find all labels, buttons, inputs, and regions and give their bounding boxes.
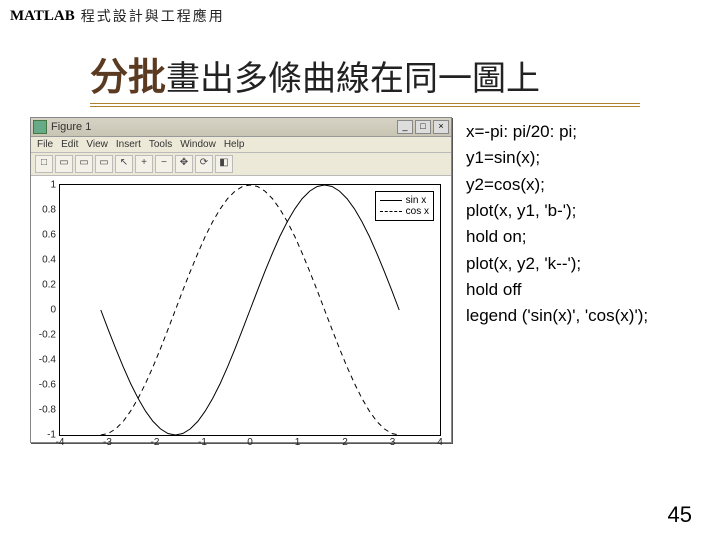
- minimize-button[interactable]: _: [397, 120, 413, 134]
- x-tick-label: -4: [56, 435, 65, 448]
- tool-datacursor-icon[interactable]: ◧: [215, 155, 233, 173]
- matlab-logo-text: MATLAB: [10, 8, 75, 25]
- code-line: legend ('sin(x)', 'cos(x)');: [466, 303, 648, 329]
- figure-canvas: sin x cos x 1 0.8 0.6 0.4 0.2 0 -0.2 -0.4 -0.6 -0…: [31, 176, 451, 442]
- window-titlebar[interactable]: Figure 1 _ □ ×: [31, 118, 451, 137]
- tool-pan-icon[interactable]: ✥: [175, 155, 193, 173]
- code-line: plot(x, y2, 'k--');: [466, 251, 648, 277]
- course-header: MATLAB 程式設計與工程應用: [0, 0, 720, 28]
- code-line: hold on;: [466, 224, 648, 250]
- x-tick-label: 1: [295, 435, 301, 448]
- tool-new-icon[interactable]: □: [35, 155, 53, 173]
- code-block: x=-pi: pi/20: pi; y1=sin(x); y2=cos(x); …: [466, 117, 648, 443]
- tool-rotate-icon[interactable]: ⟳: [195, 155, 213, 173]
- tool-zoomout-icon[interactable]: −: [155, 155, 173, 173]
- menu-edit[interactable]: Edit: [61, 139, 78, 150]
- tool-save-icon[interactable]: ▭: [75, 155, 93, 173]
- code-line: hold off: [466, 277, 648, 303]
- y-tick-label: 0: [50, 305, 60, 316]
- menu-insert[interactable]: Insert: [116, 139, 141, 150]
- code-line: y2=cos(x);: [466, 172, 648, 198]
- tool-print-icon[interactable]: ▭: [95, 155, 113, 173]
- figure-icon: [33, 120, 47, 134]
- y-tick-label: 1: [50, 180, 60, 191]
- matlab-figure-window: Figure 1 _ □ × File Edit View Insert Too…: [30, 117, 452, 443]
- course-subtitle: 程式設計與工程應用: [81, 6, 225, 26]
- y-tick-label: -0.6: [39, 380, 60, 391]
- y-tick-label: -0.8: [39, 405, 60, 416]
- y-tick-label: 0.4: [42, 255, 60, 266]
- code-line: x=-pi: pi/20: pi;: [466, 119, 648, 145]
- x-tick-label: 0: [247, 435, 253, 448]
- x-tick-label: -3: [103, 435, 112, 448]
- line-chart: [60, 185, 440, 435]
- toolbar: □ ▭ ▭ ▭ ↖ + − ✥ ⟳ ◧: [31, 153, 451, 176]
- legend-entry-2: cos x: [406, 206, 429, 217]
- chart-axes: sin x cos x 10.80.60.40.20-0.2-0.4-0.6-0…: [59, 184, 441, 436]
- menu-tools[interactable]: Tools: [149, 139, 172, 150]
- y-tick-label: 0.8: [42, 205, 60, 216]
- y-tick-label: 0.6: [42, 230, 60, 241]
- maximize-button[interactable]: □: [415, 120, 431, 134]
- code-line: y1=sin(x);: [466, 145, 648, 171]
- x-tick-label: 2: [342, 435, 348, 448]
- y-tick-label: -0.4: [39, 355, 60, 366]
- chart-legend: sin x cos x: [375, 191, 434, 221]
- tool-open-icon[interactable]: ▭: [55, 155, 73, 173]
- tool-pointer-icon[interactable]: ↖: [115, 155, 133, 173]
- slide-title-rest: 畫出多條曲線在同一圖上: [166, 61, 540, 98]
- code-line: plot(x, y1, 'b-');: [466, 198, 648, 224]
- legend-swatch-dashed: [380, 211, 402, 212]
- tool-zoomin-icon[interactable]: +: [135, 155, 153, 173]
- y-tick-label: -0.2: [39, 330, 60, 341]
- slide-title-accent: 分批: [90, 57, 166, 99]
- x-tick-label: 3: [390, 435, 396, 448]
- menubar[interactable]: File Edit View Insert Tools Window Help: [31, 137, 451, 153]
- menu-window[interactable]: Window: [180, 139, 216, 150]
- x-tick-label: -2: [151, 435, 160, 448]
- menu-file[interactable]: File: [37, 139, 53, 150]
- x-tick-label: -1: [198, 435, 207, 448]
- legend-entry-1: sin x: [406, 195, 427, 206]
- menu-view[interactable]: View: [86, 139, 108, 150]
- close-button[interactable]: ×: [433, 120, 449, 134]
- window-title: Figure 1: [51, 121, 395, 133]
- slide-title: 分批畫出多條曲線在同一圖上: [90, 46, 640, 107]
- page-number: 45: [668, 502, 692, 528]
- menu-help[interactable]: Help: [224, 139, 245, 150]
- x-tick-label: 4: [437, 435, 443, 448]
- y-tick-label: 0.2: [42, 280, 60, 291]
- legend-swatch-solid: [380, 200, 402, 201]
